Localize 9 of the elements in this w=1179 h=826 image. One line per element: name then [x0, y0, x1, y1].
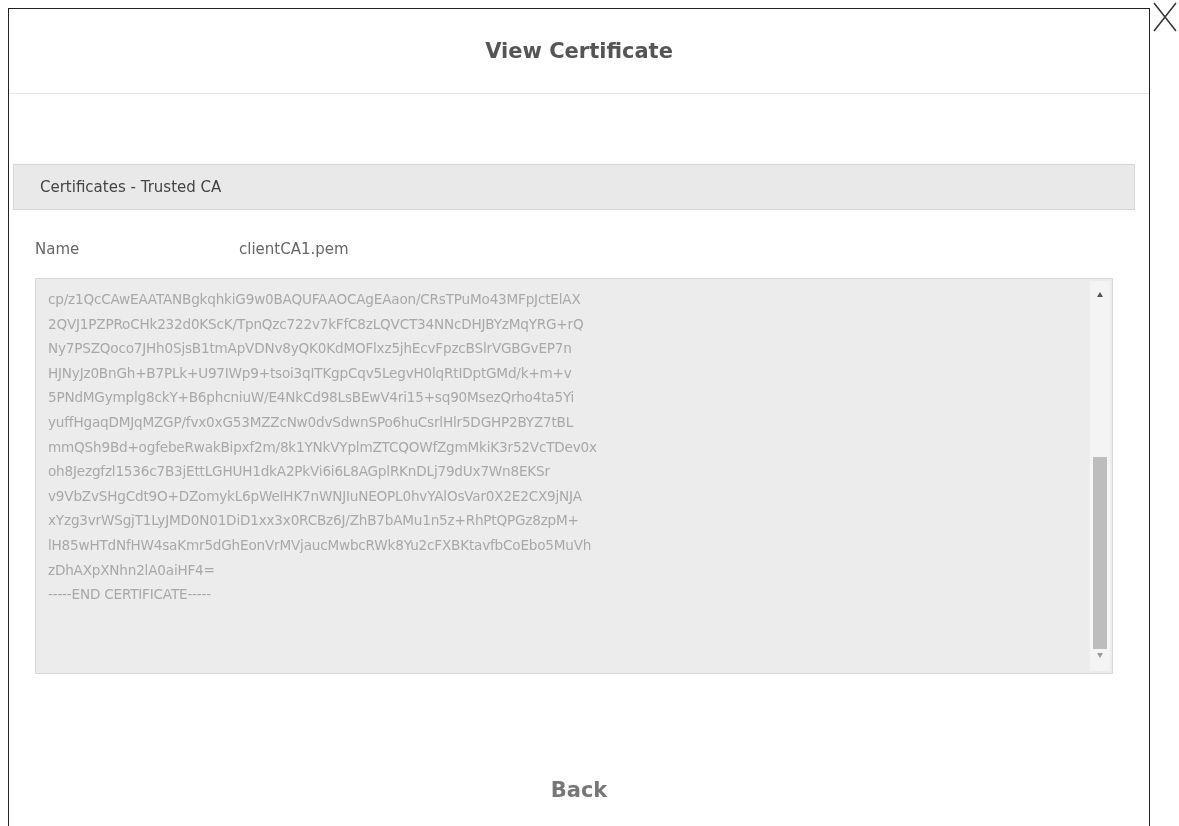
field-label: Name — [35, 240, 81, 258]
certificate-text: cp/z1QcCAwEAATANBgkqhkiG9w0BAQUFAAOCAgEAaon/CRsTPuMo43MFpJctElAX 2QVJ1PZPRoCHk232d0KScK/TpnQzc722v7kFfC8zLQVCT34NNcDHJBYzMqYRG+rQ Ny7PSZQoco7JHh0SjsB1tmApVDNv8yQK0KdMOFlxz5jhEcvFpzcBSlrVGBGvEP7n HJNyJz0BnGh+B7PLk+U97IWp9+tsoi3qITKgpCqv5LegvH0lqRtIDptGMd/k+m+v 5PNdMGymplg8ckY+B6phcniuW/E4NkCd98LsBEwV4ri15+sq90MsezQrho4ta5Yi yuffHgaqDMJqMZGP/fvx0xG53MZZcNw0dvSdwnSPo6huCsrlHlr5DGHP2BYZ7tBL mmQSh9Bd+ogfebeRwakBipxf2m/8k1YNkVYplmZTCQOWfZgmMkiK3r52VcTDev0x oh8Jezgfzl1536c7B3jEttLGHUH1dkA2PkVi6i6L8AGplRKnDLj79dUx7Wn8EKSr v9VbZvSHgCdt9O+DZomykL6pWeIHK7nWNJIuNEOPL0hvYAlOsVar0X2E2CX9jNJA xYzg3vrWSgjT1LyJMD0N01DiD1xx3x0RCBz6J/ZhB7bAMu1n5z+RhPtQPGz8zpM+ lH85wHTdNfHW4saKmr5dGhEonVrMVjaucMwbcRWk8Yu2cFXBKtavfbCoEbo5MuVh zDhAXpXNhn2lA0aiHF4= -----END CERTIFICATE----- — [48, 290, 598, 605]
scrollbar[interactable] — [1090, 281, 1110, 671]
close-icon[interactable] — [1153, 2, 1177, 32]
certificate-text-field[interactable] — [35, 278, 1113, 674]
back-button[interactable]: Back — [540, 774, 618, 806]
field-value: clientCA1.pem — [239, 240, 349, 258]
section-header: Certificates - Trusted CA — [13, 164, 1135, 210]
dialog-title: View Certificate — [485, 39, 673, 63]
